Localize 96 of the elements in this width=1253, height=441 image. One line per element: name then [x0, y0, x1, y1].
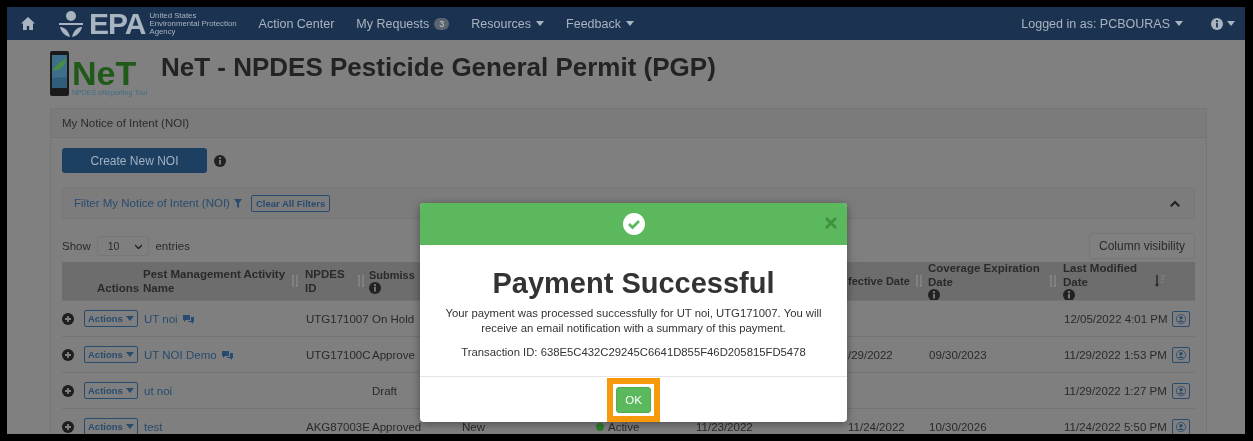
- dialog-title: Payment Successful: [492, 266, 775, 300]
- caret-icon: [125, 388, 134, 393]
- expand-icon[interactable]: [62, 312, 74, 325]
- check-circle-icon: [622, 213, 645, 235]
- nav-dropdown[interactable]: Resources: [471, 16, 545, 31]
- user-icon: [1176, 421, 1186, 432]
- table-cell: 11/29/2022 1:27 PM: [1064, 384, 1167, 397]
- info-icon: [214, 154, 226, 167]
- table-cell: Draft: [372, 384, 397, 397]
- column-header[interactable]: fective Date: [848, 274, 910, 288]
- activity-name-link[interactable]: ut noi: [144, 384, 173, 397]
- nav-link[interactable]: Action Center: [258, 16, 335, 31]
- status-dot-icon: [596, 422, 604, 431]
- user-icon: [1176, 313, 1186, 324]
- actions-dropdown-button[interactable]: Actions: [84, 346, 138, 363]
- user-profile-button[interactable]: [1172, 346, 1190, 363]
- activity-name-link[interactable]: UT noi: [144, 312, 178, 325]
- column-header[interactable]: Pest Management Activity Name: [143, 267, 290, 295]
- table-cell: 11/23/2022: [696, 420, 753, 433]
- actions-dropdown-button[interactable]: Actions: [84, 310, 138, 327]
- page-size-value: 10: [107, 240, 120, 252]
- actions-label: Actions: [88, 349, 123, 360]
- actions-label: Actions: [88, 385, 123, 396]
- table-cell: 12/05/2022 4:01 PM: [1064, 312, 1168, 325]
- info-icon: [1211, 17, 1223, 30]
- nav-dropdown[interactable]: Feedback: [566, 16, 634, 31]
- table-cell: 11/29/2022 1:53 PM: [1064, 348, 1167, 361]
- table-cell: On Hold: [372, 312, 415, 325]
- table-cell: Approved: [372, 420, 422, 433]
- caret-icon: [125, 316, 134, 321]
- caret-icon: [536, 21, 545, 26]
- table-cell: New: [462, 420, 485, 433]
- create-noi-button[interactable]: Create New NOI: [62, 148, 207, 173]
- table-cell: UTG171007: [306, 312, 369, 325]
- nav-link[interactable]: My Requests: [356, 16, 430, 31]
- activity-name-link[interactable]: test: [144, 420, 163, 433]
- filter-icon: [233, 198, 242, 208]
- caret-icon: [1175, 21, 1183, 26]
- ok-button[interactable]: OK: [616, 386, 651, 413]
- count-badge: 3: [434, 17, 450, 30]
- sort-descending-icon[interactable]: [1155, 275, 1165, 287]
- column-header[interactable]: Actions: [83, 267, 140, 295]
- table-cell: /29/2022: [848, 348, 893, 361]
- user-profile-button[interactable]: [1172, 418, 1190, 434]
- sort-icon[interactable]: [358, 275, 365, 287]
- caret-icon: [625, 21, 634, 26]
- home-icon[interactable]: [21, 17, 35, 30]
- caret-icon: [1227, 21, 1235, 26]
- panel-title: My Notice of Intent (NOI): [62, 117, 190, 129]
- actions-label: Actions: [88, 313, 123, 324]
- expand-icon[interactable]: [62, 348, 74, 361]
- chevron-down-icon: [135, 243, 143, 249]
- expand-icon[interactable]: [62, 384, 74, 397]
- agency-logo-icon: [57, 9, 85, 38]
- table-cell: 11/24/2022: [848, 420, 905, 433]
- dialog-message: Your payment was processed successfully for UT noi, UTG171007. You will receive an email notification with a summary of this payment.: [444, 306, 823, 336]
- user-profile-button[interactable]: [1172, 382, 1190, 399]
- table-cell: 11/24/2022 5:50 PM: [1064, 420, 1167, 433]
- sort-icon[interactable]: [292, 275, 299, 287]
- page-size-select[interactable]: 10: [96, 236, 150, 256]
- column-header[interactable]: Coverage Expiration Date: [928, 261, 1048, 289]
- column-header[interactable]: Last Modified Date: [1063, 261, 1153, 289]
- actions-label: Actions: [88, 421, 123, 432]
- app-logo-text: NeT: [72, 56, 137, 89]
- tablet-logo-icon: [50, 50, 69, 96]
- table-cell: 10/30/2026: [929, 420, 987, 433]
- help-menu[interactable]: [1211, 17, 1235, 30]
- activity-name-link[interactable]: UT NOI Demo: [144, 348, 217, 361]
- user-icon: [1176, 385, 1186, 396]
- user-icon: [1176, 349, 1186, 360]
- page-title: NeT - NPDES Pesticide General Permit (PGP): [160, 51, 716, 83]
- sort-icon[interactable]: [1050, 275, 1057, 287]
- close-icon[interactable]: [825, 217, 837, 229]
- table-cell: 09/30/2023: [929, 348, 987, 361]
- agency-logo-text: EPA: [89, 8, 146, 39]
- table-cell: Active: [608, 420, 640, 433]
- table-cell: UTG17100C: [306, 348, 371, 361]
- chevron-icon[interactable]: [1170, 199, 1180, 207]
- transaction-id-text: Transaction ID: 638E5C432C29245C6641D855F46D205815FD5478: [461, 345, 806, 360]
- expand-icon[interactable]: [62, 420, 74, 433]
- column-visibility-button[interactable]: Column visibility: [1088, 233, 1195, 259]
- table-cell: Approve: [372, 348, 415, 361]
- caret-icon: [125, 352, 134, 357]
- table-cell: AKG87003E: [306, 420, 370, 433]
- sort-icon[interactable]: [916, 275, 923, 287]
- actions-dropdown-button[interactable]: Actions: [84, 382, 138, 399]
- caret-icon: [125, 424, 134, 429]
- column-header[interactable]: Submiss: [369, 268, 415, 282]
- show-label: Show: [62, 240, 91, 252]
- clear-filters-button[interactable]: Clear All Filters: [250, 194, 331, 212]
- nav-dropdown-label: Resources: [471, 16, 532, 31]
- nav-dropdown-label: Feedback: [566, 16, 621, 31]
- entries-label: entries: [155, 240, 190, 252]
- column-header[interactable]: NPDES ID: [305, 267, 356, 295]
- actions-dropdown-button[interactable]: Actions: [84, 418, 138, 434]
- user-profile-button[interactable]: [1172, 310, 1190, 327]
